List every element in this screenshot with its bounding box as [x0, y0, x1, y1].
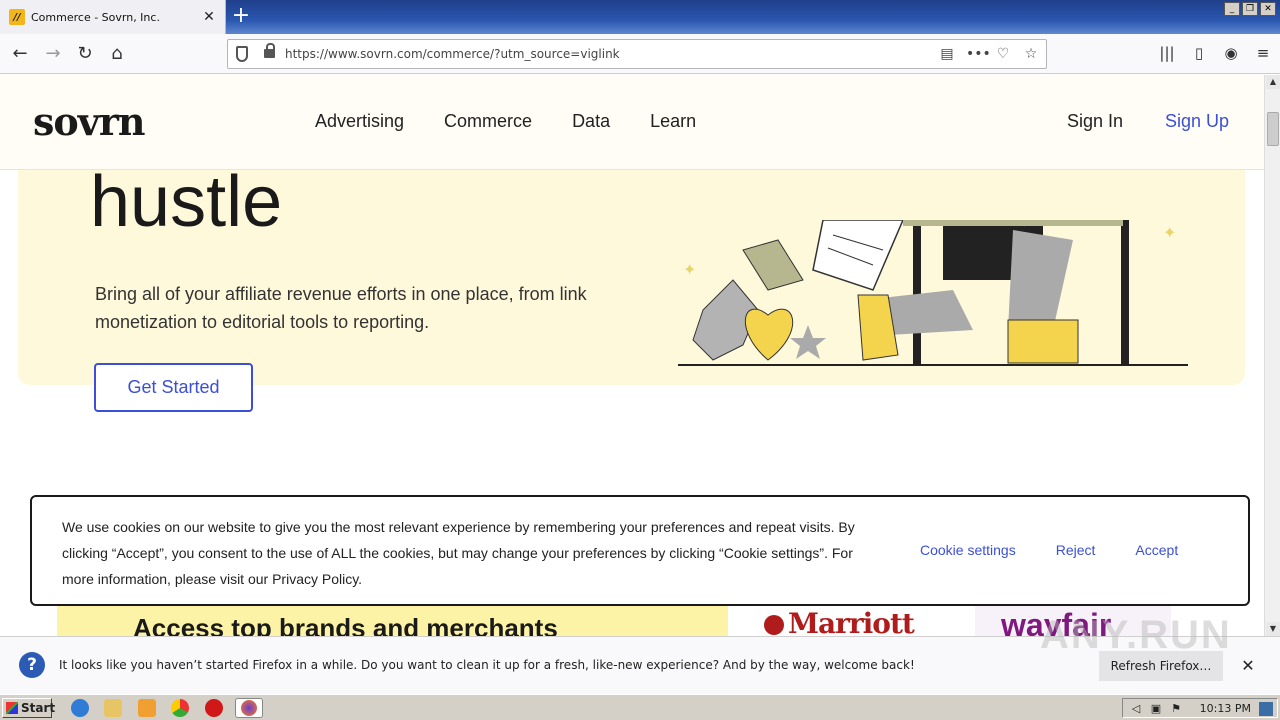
scroll-down-arrow-icon[interactable]: ▼ — [1266, 622, 1280, 636]
page-viewport: hustle Bring all of your affiliate reven… — [0, 75, 1264, 636]
cookie-reject-button[interactable]: Reject — [1056, 542, 1096, 558]
reader-view-icon[interactable]: ▤ — [938, 43, 956, 65]
anyrun-watermark: ANY.RUN — [1040, 613, 1232, 657]
minimize-button[interactable]: _ — [1224, 2, 1240, 16]
nav-learn[interactable]: Learn — [650, 111, 696, 132]
notification-text: It looks like you haven’t started Firefo… — [59, 658, 915, 672]
lock-icon[interactable] — [264, 43, 275, 58]
chrome-icon[interactable] — [171, 699, 189, 717]
cookie-actions: Cookie settings Reject Accept — [920, 542, 1178, 558]
start-label: Start — [21, 701, 56, 715]
cookie-accept-button[interactable]: Accept — [1135, 542, 1178, 558]
taskbar-clock[interactable]: 10:13 PM — [1200, 702, 1251, 715]
forward-button[interactable]: → — [40, 42, 66, 66]
main-nav: Advertising Commerce Data Learn — [315, 111, 696, 132]
page-actions-icon[interactable]: ••• — [966, 43, 991, 65]
get-started-button[interactable]: Get Started — [94, 363, 253, 412]
marriott-logo-card: Marriott — [762, 603, 960, 636]
action-center-flag-icon[interactable]: ⚑ — [1169, 702, 1183, 716]
windows-taskbar: Start ◁ ▣ ⚑ 10:13 PM — [0, 694, 1280, 720]
sidebar-icon[interactable]: ▯ — [1190, 42, 1208, 64]
start-button[interactable]: Start — [2, 698, 56, 718]
network-icon[interactable]: ▣ — [1149, 702, 1163, 716]
reload-button[interactable]: ↻ — [72, 42, 98, 66]
site-header: sovrn Advertising Commerce Data Learn Si… — [0, 75, 1264, 170]
sign-in-link[interactable]: Sign In — [1067, 111, 1123, 132]
hero-subtitle: Bring all of your affiliate revenue effo… — [95, 284, 587, 332]
explorer-folder-icon[interactable] — [104, 699, 122, 717]
cookie-settings-button[interactable]: Cookie settings — [920, 542, 1016, 558]
windows-logo-icon — [6, 702, 18, 714]
hero-illustration: ✦ ✦ — [678, 220, 1188, 366]
volume-icon[interactable]: ◁ — [1129, 702, 1143, 716]
sovrn-favicon-icon: // — [9, 9, 25, 25]
system-tray: ◁ ▣ ⚑ 10:13 PM — [1122, 698, 1278, 718]
tab-title: Commerce - Sovrn, Inc. — [31, 10, 160, 24]
window-controls: _ ❐ ✕ — [1224, 2, 1276, 16]
library-icon[interactable]: ||| — [1158, 42, 1176, 64]
account-icon[interactable]: ◉ — [1222, 42, 1240, 64]
nav-advertising[interactable]: Advertising — [315, 111, 404, 132]
browser-tab[interactable]: // Commerce - Sovrn, Inc. ✕ — [0, 0, 226, 34]
sign-up-link[interactable]: Sign Up — [1165, 111, 1229, 132]
firefox-icon — [241, 700, 257, 716]
home-button[interactable]: ⌂ — [104, 42, 130, 66]
sovrn-logo[interactable]: sovrn — [33, 99, 145, 144]
svg-text:✦: ✦ — [683, 260, 696, 279]
bookmark-star-icon[interactable]: ☆ — [1022, 43, 1040, 65]
tracking-protection-icon[interactable] — [236, 46, 248, 62]
url-bar[interactable]: https://www.sovrn.com/commerce/?utm_sour… — [227, 39, 1047, 69]
browser-navbar: ← → ↻ ⌂ https://www.sovrn.com/commerce/?… — [0, 34, 1280, 74]
scroll-thumb[interactable] — [1267, 112, 1279, 146]
close-window-button[interactable]: ✕ — [1260, 2, 1276, 16]
firefox-taskbar-button[interactable] — [235, 698, 263, 718]
nav-commerce[interactable]: Commerce — [444, 111, 532, 132]
new-tab-button[interactable]: + — [230, 4, 252, 28]
brands-title: Access top brands and merchants — [133, 613, 558, 636]
pocket-icon[interactable]: ♡ — [994, 43, 1012, 65]
media-player-icon[interactable] — [138, 699, 156, 717]
tab-close-button[interactable]: ✕ — [199, 9, 219, 25]
hero-heading: hustle — [90, 162, 283, 242]
question-icon: ? — [19, 652, 45, 678]
page-scrollbar[interactable]: ▲ ▼ — [1264, 75, 1280, 636]
scroll-up-arrow-icon[interactable]: ▲ — [1266, 75, 1280, 89]
opera-icon[interactable] — [205, 699, 223, 717]
nav-data[interactable]: Data — [572, 111, 610, 132]
restore-button[interactable]: ❐ — [1242, 2, 1258, 16]
cookie-text: We use cookies on our website to give yo… — [62, 519, 855, 587]
marriott-logo: Marriott — [788, 607, 915, 636]
cookie-banner: We use cookies on our website to give yo… — [30, 495, 1250, 606]
svg-text:✦: ✦ — [1163, 223, 1176, 242]
url-text[interactable]: https://www.sovrn.com/commerce/?utm_sour… — [285, 47, 620, 61]
menu-icon[interactable]: ≡ — [1254, 42, 1272, 64]
ie-icon[interactable] — [71, 699, 89, 717]
show-desktop-icon[interactable] — [1259, 702, 1273, 716]
back-button[interactable]: ← — [7, 42, 33, 66]
notification-close-button[interactable]: ✕ — [1239, 654, 1257, 678]
marriott-logo-icon — [764, 615, 784, 635]
browser-tab-strip: // Commerce - Sovrn, Inc. ✕ + _ ❐ ✕ — [0, 0, 1280, 34]
